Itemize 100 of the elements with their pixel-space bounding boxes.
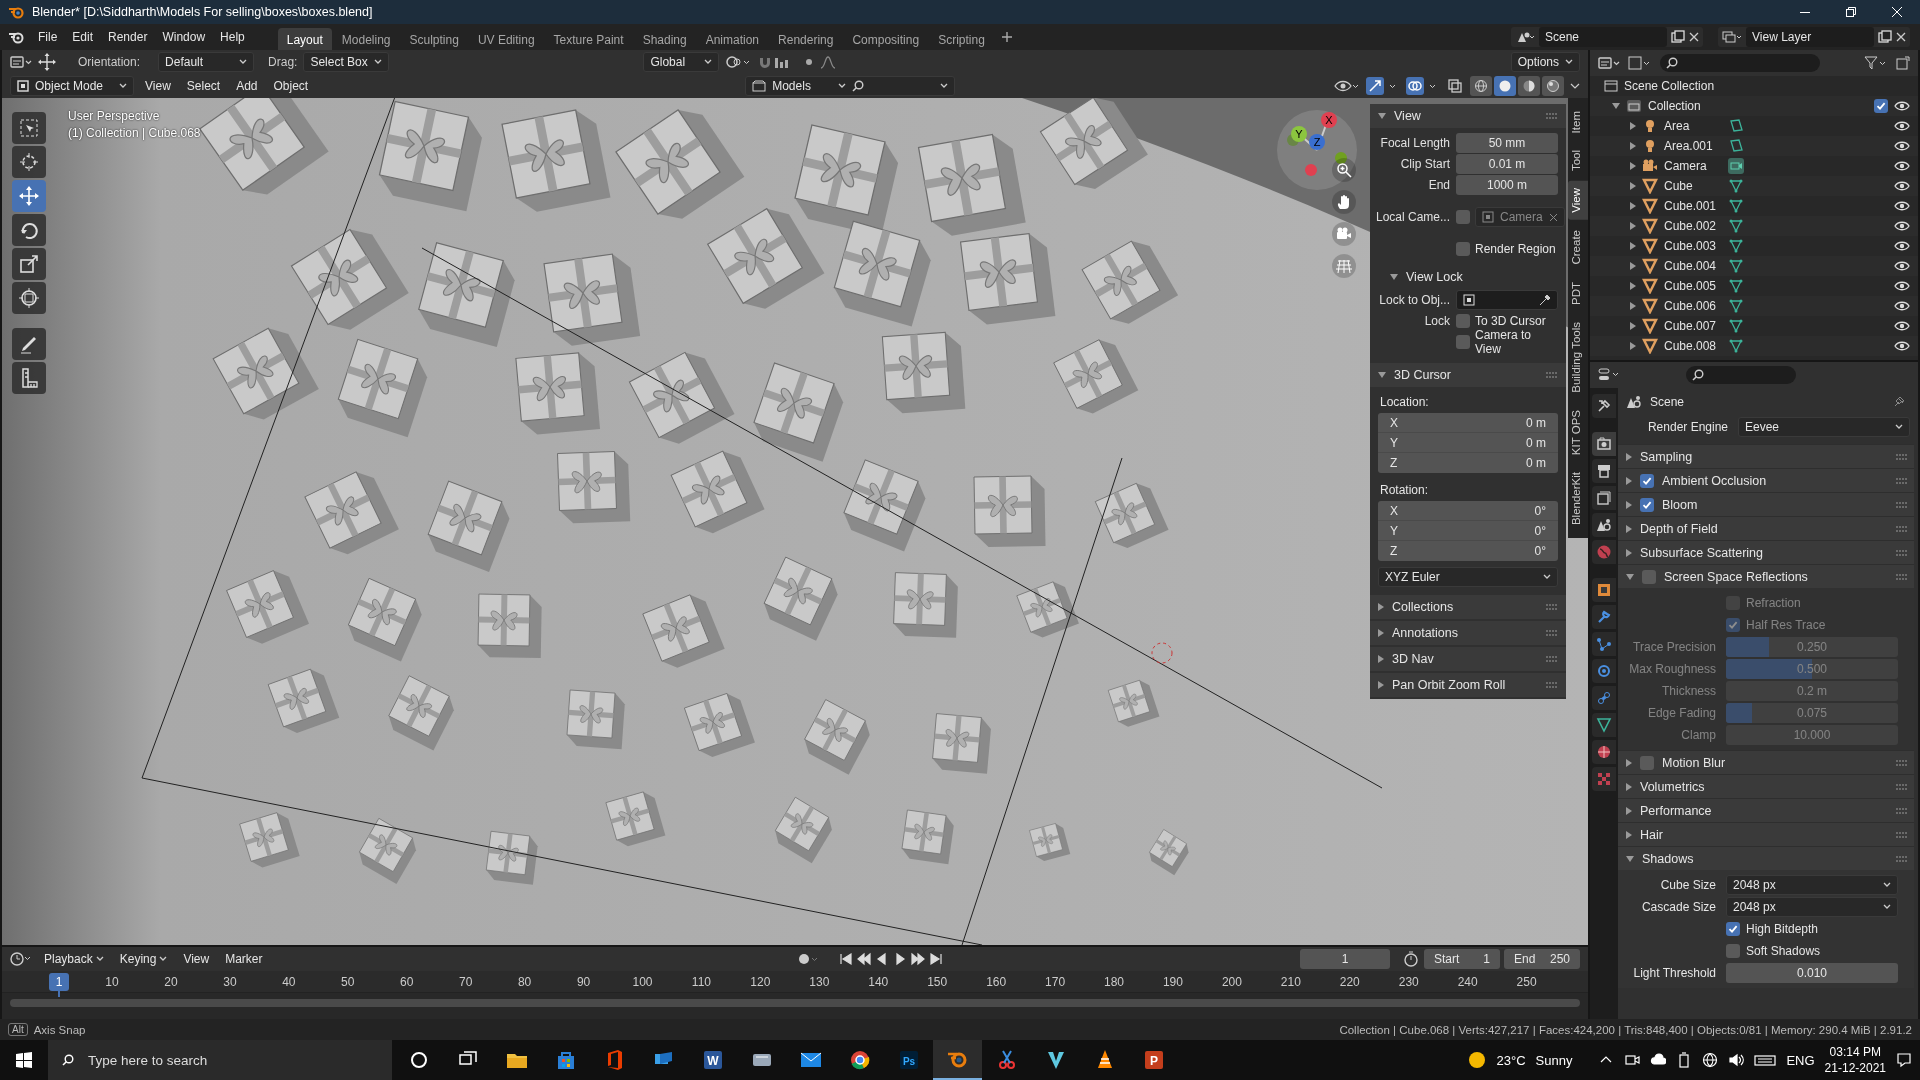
input-language[interactable]: ENG [1786,1052,1815,1068]
search-field[interactable]: Type here to search [48,1040,392,1080]
rotation-mode-dropdown[interactable]: XYZ Euler [1378,567,1558,587]
outliner-item[interactable]: Cube.003 [1664,239,1722,253]
panel-title[interactable]: Volumetrics [1640,779,1705,794]
section-title[interactable]: 3D Nav [1392,652,1434,666]
end-frame-field[interactable]: End 250 [1504,949,1580,969]
number-field[interactable]: X 0 m [1378,413,1558,433]
menu-item[interactable]: Select [181,79,226,93]
panel-title[interactable]: Motion Blur [1662,755,1726,770]
outliner-item[interactable]: Scene Collection [1624,79,1715,93]
outliner-item[interactable]: Collection [1648,99,1701,113]
panel-title[interactable]: Shadows [1642,851,1694,866]
number-field[interactable]: 50 mm [1456,133,1558,153]
outliner-item[interactable]: Cube [1664,179,1722,193]
checkbox-label[interactable]: Camera to View [1475,328,1558,356]
number-field[interactable]: 0.01 m [1456,154,1558,174]
taskbar-app-button[interactable]: Ps [884,1040,933,1080]
outliner-item[interactable]: Cube.006 [1664,299,1722,313]
panel-title[interactable]: Performance [1640,803,1712,818]
setting-label: Light Threshold [1632,966,1717,980]
outliner-item[interactable]: Area.001 [1664,139,1722,153]
navigation-gizmo[interactable]: X Y Z [1275,108,1359,192]
workspace-tab[interactable]: Texture Paint [544,28,633,50]
menu-item[interactable]: Keying [113,952,174,966]
options-dropdown[interactable]: Options [1510,52,1580,72]
start-frame-field[interactable]: Start 1 [1424,949,1500,969]
sidebar-tab[interactable]: Building Tools [1568,314,1588,400]
playhead[interactable]: 1 [49,973,69,991]
dropdown[interactable]: 2048 px [1726,897,1898,917]
outliner-item[interactable]: Cube.005 [1664,279,1722,293]
current-frame-field[interactable]: 1 [1300,949,1390,969]
outliner-item[interactable]: Cube.001 [1664,199,1722,213]
outliner-item[interactable]: Area [1664,119,1722,133]
menu-item[interactable]: Add [231,79,263,93]
workspace-tab[interactable]: Rendering [769,28,843,50]
section-title[interactable]: Annotations [1392,626,1459,640]
menu-item[interactable]: View [177,952,216,966]
transform-orientation-dropdown[interactable]: Global [643,52,720,72]
number-field[interactable]: Y 0° [1378,521,1558,541]
sidebar-tab[interactable]: View [1568,181,1588,221]
workspace-tab[interactable]: Scripting [929,28,994,50]
mode-dropdown[interactable]: Object Mode [10,76,134,96]
section-title[interactable]: 3D Cursor [1394,368,1451,382]
menu-item[interactable]: Render [101,26,155,48]
sidebar-tab[interactable]: PDT [1568,274,1588,312]
clock-date[interactable]: 21-12-2021 [1824,1060,1886,1076]
number-field[interactable]: 0.010 [1726,963,1898,983]
number-field[interactable]: Z 0 m [1378,453,1558,473]
menu-item[interactable]: File [31,26,65,48]
number-field[interactable]: Z 0° [1378,541,1558,561]
checkbox-label[interactable]: To 3D Cursor [1475,314,1546,328]
panel-title[interactable]: Depth of Field [1640,521,1718,536]
workspace-tab[interactable]: Modeling [332,28,400,50]
taskbar-app-button[interactable]: P [1129,1040,1178,1080]
sidebar-tab[interactable]: KIT OPS [1568,402,1588,462]
section-title[interactable]: View [1394,109,1421,123]
clock-time[interactable]: 03:14 PM [1824,1044,1886,1060]
sidebar-tab[interactable]: BlenderKit [1568,464,1588,532]
number-field[interactable]: 1000 m [1456,175,1558,195]
section-title[interactable]: Collections [1392,600,1454,614]
menu-item[interactable]: Playback [38,952,110,966]
orientation-dropdown[interactable]: Default [158,52,255,72]
checkbox-label[interactable]: Soft Shadows [1746,944,1821,958]
checkbox-label[interactable]: Render Region [1475,242,1556,256]
outliner-item[interactable]: Cube.004 [1664,259,1722,273]
menu-item[interactable]: Edit [65,26,101,48]
menu-item[interactable]: Marker [219,952,269,966]
outliner-item[interactable]: Cube.008 [1664,339,1722,353]
view-layer-field[interactable]: View Layer [1746,27,1874,47]
menu-item[interactable]: Object [268,79,314,93]
collection-dropdown[interactable]: Models [745,76,956,96]
panel-title[interactable]: Bloom [1662,497,1698,512]
panel-title[interactable]: Hair [1640,827,1663,842]
number-field[interactable]: X 0° [1378,501,1558,521]
menu-item[interactable]: View [140,79,176,93]
camera-field[interactable]: Camera [1475,207,1565,227]
workspace-tab[interactable]: Sculpting [400,28,468,50]
checkbox-label[interactable]: High Bitdepth [1746,922,1819,936]
dropdown[interactable]: 2048 px [1726,875,1898,895]
render-engine-dropdown[interactable]: Eevee [1738,417,1910,437]
sidebar-tab[interactable]: Tool [1568,143,1588,179]
outliner-item[interactable]: Camera [1664,159,1722,173]
taskbar-app-button[interactable]: W [688,1040,737,1080]
workspace-tab[interactable]: Compositing [843,28,929,50]
sidebar-tab[interactable]: Create [1568,223,1588,272]
outliner-item[interactable]: Cube.007 [1664,319,1722,333]
drag-dropdown[interactable]: Select Box [303,52,390,72]
workspace-tab[interactable]: UV Editing [468,28,544,50]
workspace-tab[interactable]: Layout [277,28,332,50]
panel-title[interactable]: Sampling [1640,449,1693,464]
workspace-tab[interactable]: Animation [696,28,769,50]
number-field[interactable]: Y 0 m [1378,433,1558,453]
menu-item[interactable]: Window [155,26,213,48]
outliner-item[interactable]: Cube.002 [1664,219,1722,233]
section-title[interactable]: View Lock [1406,270,1463,284]
sidebar-tab[interactable]: Item [1568,104,1588,141]
scene-field[interactable]: Scene [1539,27,1667,47]
menu-item[interactable]: Help [213,26,252,48]
workspace-tab[interactable]: Shading [633,28,696,50]
